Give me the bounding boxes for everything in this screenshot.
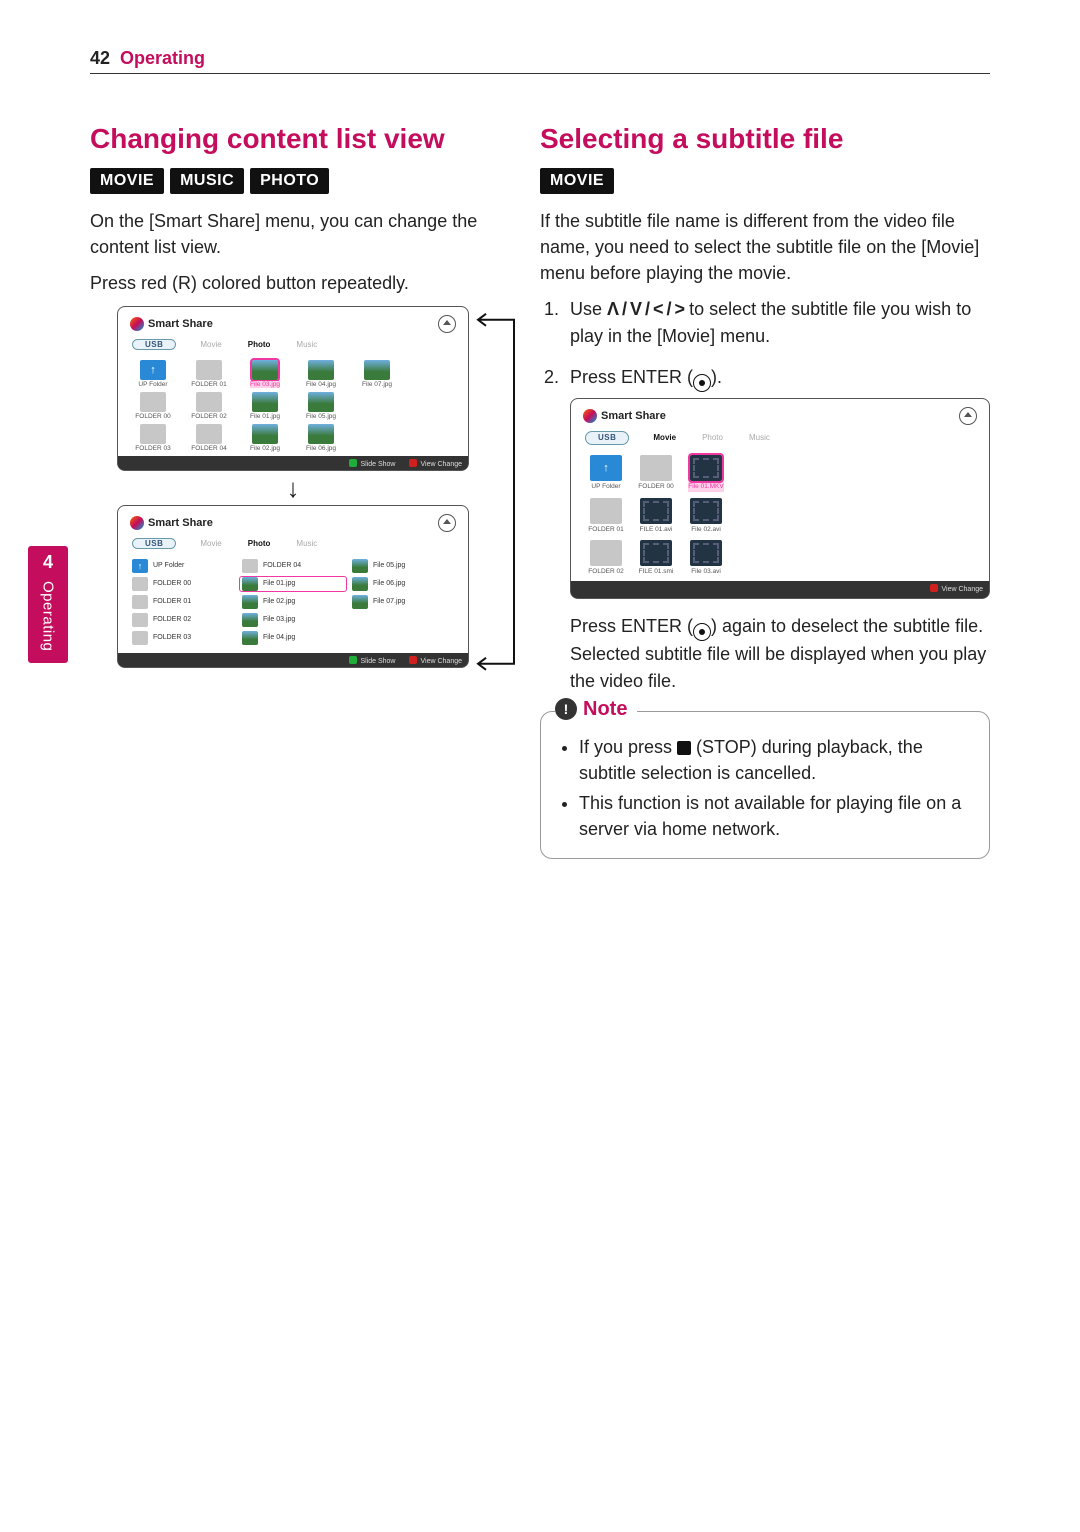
grid-item: File 03.avi xyxy=(685,540,727,577)
mode-movie-tag: MOVIE xyxy=(540,168,614,194)
grid-item: FOLDER 02 xyxy=(585,540,627,577)
grid-item: FOLDER 00 xyxy=(128,392,178,420)
list-item: File 01.jpg xyxy=(240,577,346,591)
usb-badge: USB xyxy=(132,538,176,549)
grid-item: File 07.jpg xyxy=(352,360,402,388)
tab-movie: Movie xyxy=(653,432,676,444)
side-chapter-tab: 4 Operating xyxy=(28,546,68,663)
page-number: 42 xyxy=(90,48,110,69)
grid-item: File 01.jpg xyxy=(240,392,290,420)
down-arrow-icon: ↓ xyxy=(287,475,300,501)
right-heading: Selecting a subtitle file xyxy=(540,122,990,156)
grid-item: File 03.jpg xyxy=(240,360,290,388)
footer-slideshow: Slide Show xyxy=(349,656,395,665)
footer-slideshow: Slide Show xyxy=(349,459,395,468)
smartshare-logo-icon xyxy=(130,516,144,530)
grid-item: FILE 01.avi xyxy=(635,498,677,535)
left-paragraph-1: On the [Smart Share] menu, you can chang… xyxy=(90,208,496,260)
page-section-title: Operating xyxy=(120,48,205,69)
mode-tags-right: MOVIE xyxy=(540,168,990,194)
list-item: File 04.jpg xyxy=(242,631,344,645)
list-item: File 03.jpg xyxy=(242,613,344,627)
mode-movie-tag: MOVIE xyxy=(90,168,164,194)
usb-badge: USB xyxy=(585,431,629,445)
footer-viewchange: View Change xyxy=(409,656,462,665)
tab-music: Music xyxy=(296,340,317,349)
left-column: Changing content list view MOVIE MUSIC P… xyxy=(90,98,496,859)
note-item-1: If you press (STOP) during playback, the… xyxy=(579,734,973,786)
screenshot-list-view: Smart Share USB Movie Photo Music UP xyxy=(117,505,469,668)
screenshot-title: Smart Share xyxy=(148,318,213,330)
grid-item: FOLDER 01 xyxy=(184,360,234,388)
list-item: FOLDER 02 xyxy=(132,613,234,627)
enter-button-icon xyxy=(693,623,711,641)
list-item: File 06.jpg xyxy=(352,577,454,591)
grid-item: File 06.jpg xyxy=(296,424,346,452)
tab-photo: Photo xyxy=(248,340,271,349)
step-1: Use Λ / V / < / > to select the subtitle… xyxy=(564,296,990,350)
smartshare-logo-icon xyxy=(130,317,144,331)
tab-photo: Photo xyxy=(702,432,723,444)
grid-item: FOLDER 01 xyxy=(585,498,627,535)
footer-viewchange: View Change xyxy=(409,459,462,468)
grid-item: FOLDER 02 xyxy=(184,392,234,420)
mode-photo-tag: PHOTO xyxy=(250,168,329,194)
stop-button-icon xyxy=(677,741,691,755)
list-item: FOLDER 01 xyxy=(132,595,234,609)
eject-icon xyxy=(959,407,977,425)
list-item: FOLDER 00 xyxy=(132,577,234,591)
grid-item: File 04.jpg xyxy=(296,360,346,388)
right-paragraph-1: If the subtitle file name is different f… xyxy=(540,208,990,286)
list-item: FOLDER 04 xyxy=(242,559,344,573)
grid-item: FOLDER 03 xyxy=(128,424,178,452)
side-chapter-number: 4 xyxy=(43,552,53,573)
note-title: Note xyxy=(583,698,627,721)
mode-tags-left: MOVIE MUSIC PHOTO xyxy=(90,168,496,194)
screenshot-movie-select: Smart Share USB Movie Photo Music xyxy=(570,398,990,599)
eject-icon xyxy=(438,514,456,532)
grid-item: File 02.jpg xyxy=(240,424,290,452)
list-item: FOLDER 03 xyxy=(132,631,234,645)
smartshare-logo-icon xyxy=(583,409,597,423)
connecting-arrow-icon xyxy=(474,312,518,677)
grid-item: FILE 01.smi xyxy=(635,540,677,577)
tab-photo: Photo xyxy=(248,539,271,548)
usb-badge: USB xyxy=(132,339,176,350)
grid-item: UP Folder xyxy=(585,455,627,492)
grid-item: FOLDER 00 xyxy=(635,455,677,492)
note-icon: ! xyxy=(555,698,577,720)
screenshot-pair: Smart Share USB Movie Photo Music UP Fol… xyxy=(90,306,496,668)
note-box: ! Note If you press (STOP) during playba… xyxy=(540,711,990,859)
tab-music: Music xyxy=(296,539,317,548)
screenshot-title: Smart Share xyxy=(601,408,666,425)
left-paragraph-2: Press red (R) colored button repeatedly. xyxy=(90,270,496,296)
side-chapter-label: Operating xyxy=(40,581,57,651)
grid-item: File 01.MKV xyxy=(685,455,727,492)
tab-music: Music xyxy=(749,432,770,444)
list-item: File 05.jpg xyxy=(352,559,454,573)
enter-button-icon xyxy=(693,374,711,392)
footer-viewchange: View Change xyxy=(930,584,983,596)
grid-item: File 02.avi xyxy=(685,498,727,535)
tab-movie: Movie xyxy=(200,340,221,349)
tab-movie: Movie xyxy=(200,539,221,548)
right-column: Selecting a subtitle file MOVIE If the s… xyxy=(540,98,990,859)
screenshot-grid-view: Smart Share USB Movie Photo Music UP Fol… xyxy=(117,306,469,471)
nav-arrows-glyph: Λ / V / < / > xyxy=(607,299,684,319)
list-item: File 02.jpg xyxy=(242,595,344,609)
grid-item: FOLDER 04 xyxy=(184,424,234,452)
note-item-2: This function is not available for playi… xyxy=(579,790,973,842)
grid-item: UP Folder xyxy=(128,360,178,388)
mode-music-tag: MUSIC xyxy=(170,168,244,194)
eject-icon xyxy=(438,315,456,333)
left-heading: Changing content list view xyxy=(90,122,496,156)
list-item: File 07.jpg xyxy=(352,595,454,609)
screenshot-title: Smart Share xyxy=(148,517,213,529)
step-2: Press ENTER (). Smart Share USB Movie xyxy=(564,364,990,695)
grid-item: File 05.jpg xyxy=(296,392,346,420)
list-item: UP Folder xyxy=(132,559,234,573)
